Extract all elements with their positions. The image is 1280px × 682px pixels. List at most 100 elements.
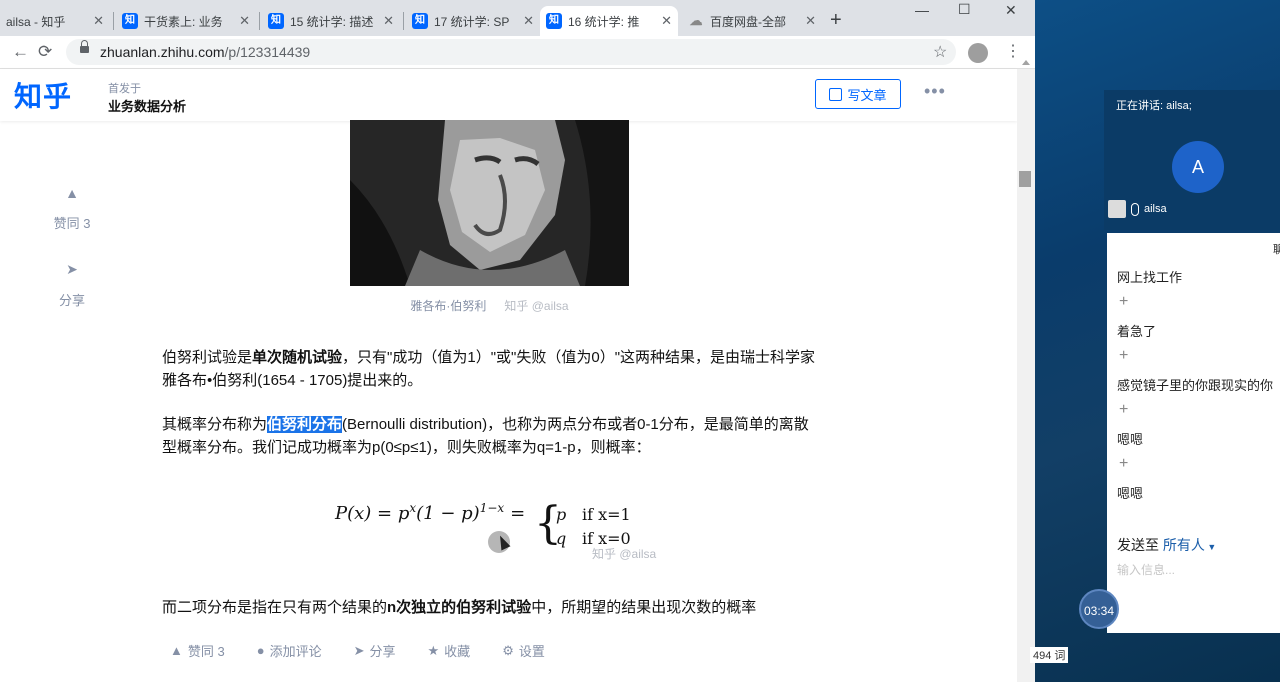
plus-icon[interactable]: +: [1119, 293, 1128, 311]
share-plane-icon: ➤: [353, 642, 365, 658]
tab-stats-15[interactable]: 知 15 统计学: 描述 ✕: [262, 6, 400, 36]
tab-title: 17 统计学: SP: [434, 14, 510, 29]
profile-avatar[interactable]: [968, 43, 988, 63]
tab-ailsa-zhihu[interactable]: ailsa - 知乎 ✕: [0, 6, 110, 36]
footer-share-label: 分享: [369, 644, 396, 659]
tab-baidu-pan[interactable]: ☁ 百度网盘-全部 ✕: [682, 6, 822, 36]
paragraph-bernoulli-distribution: 其概率分布称为伯努利分布(Bernoulli distribution)，也称为…: [162, 413, 822, 459]
vertical-scrollbar[interactable]: [1017, 60, 1035, 682]
image-caption: 雅各布·伯努利: [410, 299, 487, 313]
zhihu-favicon-icon: 知: [412, 13, 428, 29]
column-name-link[interactable]: 业务数据分析: [108, 96, 186, 115]
upvote-triangle-icon: ▲: [170, 643, 183, 658]
zhihu-favicon-icon: 知: [546, 13, 562, 29]
favorite-button[interactable]: ★ 收藏: [428, 641, 471, 660]
tab-business-article[interactable]: 知 干货素上: 业务 ✕: [116, 6, 256, 36]
more-options-icon[interactable]: •••: [924, 81, 946, 102]
chat-message: 嗯嗯: [1117, 486, 1144, 501]
add-comment-button[interactable]: ● 添加评论: [257, 641, 322, 660]
tab-title: 16 统计学: 推: [568, 14, 640, 29]
zhihu-favicon-icon: 知: [122, 13, 138, 29]
gear-icon: ⚙: [502, 642, 514, 658]
paragraph-binomial: 而二项分布是指在只有两个结果的n次独立的伯努利试验中，所期望的结果出现次数的概率: [162, 596, 822, 619]
close-window-button[interactable]: ✕: [1005, 2, 1017, 19]
settings-button[interactable]: ⚙ 设置: [502, 641, 545, 660]
maximize-button[interactable]: ☐: [958, 1, 971, 18]
image-caption-row: 雅各布·伯努利 知乎 @ailsa: [350, 297, 629, 314]
case2-value: q: [556, 529, 567, 548]
participant-row: ailsa: [1108, 200, 1167, 218]
bernoulli-formula: P(x) = px(1 − p)1−x =: [335, 501, 525, 524]
add-comment-label: 添加评论: [269, 644, 322, 659]
case1-condition: if x=1: [582, 505, 631, 524]
p1-bold: 单次随机试验: [252, 349, 343, 366]
url-text: zhuanlan.zhihu.com/p/123314439: [100, 44, 310, 60]
tab-stats-17[interactable]: 知 17 统计学: SP ✕: [406, 6, 540, 36]
recording-timer: 03:34: [1079, 589, 1119, 629]
lock-icon: [80, 40, 89, 54]
tab-title: 干货素上: 业务: [144, 14, 223, 29]
minimize-button[interactable]: —: [915, 2, 929, 18]
new-tab-button[interactable]: +: [830, 9, 842, 32]
footer-upvote-button[interactable]: ▲ 赞同 3: [170, 641, 225, 660]
share-plane-icon: ➤: [66, 261, 78, 277]
menu-dots-icon[interactable]: ⋮: [1005, 41, 1021, 61]
tab-separator: [113, 12, 114, 30]
tab-title: ailsa - 知乎: [6, 14, 66, 29]
chat-message: 网上找工作: [1117, 270, 1183, 285]
zhihu-header: 知乎 首发于 业务数据分析 写文章 •••: [0, 69, 1017, 121]
chat-panel: 聊 网上找工作 + 着急了 + 感觉镜子里的你跟现实的你 + 嗯嗯 + 嗯嗯 发…: [1107, 233, 1280, 633]
participant-name: ailsa: [1144, 203, 1167, 215]
scroll-up-arrow-icon[interactable]: [1022, 60, 1030, 65]
send-to-label: 发送至: [1117, 537, 1159, 553]
article-action-bar: ▲ 赞同 3 ● 添加评论 ➤ 分享 ★ 收藏 ⚙ 设置: [170, 641, 545, 660]
tab-stats-16-active[interactable]: 知 16 统计学: 推 ✕: [540, 6, 678, 36]
plus-icon[interactable]: +: [1119, 455, 1128, 473]
participant-avatar: A: [1172, 141, 1224, 193]
side-upvote-button[interactable]: ▲ 赞同 3: [50, 185, 94, 232]
side-share-button[interactable]: ➤ 分享: [50, 261, 94, 309]
p3-text-rest: 中，所期望的结果出现次数的概率: [531, 599, 757, 616]
page-viewport: 知乎 首发于 业务数据分析 写文章 ••• ▲ 赞同 3 ➤ 分享 雅各布·伯努…: [0, 60, 1035, 682]
chevron-down-icon[interactable]: ▼: [1205, 542, 1216, 552]
url-path: /p/123314439: [224, 44, 311, 60]
edit-icon: [829, 87, 843, 101]
formula-cases: p if x=1 q if x=0: [556, 503, 631, 551]
scrollbar-thumb[interactable]: [1019, 171, 1031, 187]
plus-icon[interactable]: +: [1119, 401, 1128, 419]
tab-separator: [259, 12, 260, 30]
bookmark-star-icon[interactable]: ☆: [933, 42, 947, 62]
p3-text: 而二项分布是指在只有两个结果的: [162, 599, 388, 616]
address-bar[interactable]: zhuanlan.zhihu.com/p/123314439: [66, 39, 956, 65]
p2-text: 其概率分布称为: [162, 416, 268, 433]
write-article-label: 写文章: [847, 87, 887, 103]
favorite-label: 收藏: [444, 644, 471, 659]
zhihu-favicon-icon: 知: [268, 13, 284, 29]
reload-icon[interactable]: ⟳: [38, 42, 52, 62]
toolbar: ← ⟳ zhuanlan.zhihu.com/p/123314439 ☆ ⋮: [0, 36, 1035, 69]
upvote-triangle-icon: ▲: [65, 185, 79, 201]
zhihu-logo[interactable]: 知乎: [14, 75, 72, 115]
user-icon: [1108, 200, 1126, 218]
paragraph-bernoulli-trial: 伯努利试验是单次随机试验，只有"成功（值为1）"或"失败（值为0）"这两种结果，…: [162, 346, 822, 392]
send-to-selector[interactable]: 发送至 所有人 ▼: [1117, 535, 1216, 555]
close-icon[interactable]: ✕: [661, 13, 672, 29]
back-arrow-icon[interactable]: ←: [12, 42, 29, 62]
case1-value: p: [556, 505, 567, 524]
url-host: zhuanlan.zhihu.com: [100, 44, 225, 60]
close-icon[interactable]: ✕: [523, 13, 534, 29]
microphone-icon[interactable]: [1131, 202, 1139, 216]
close-icon[interactable]: ✕: [805, 13, 816, 29]
plus-icon[interactable]: +: [1119, 347, 1128, 365]
footer-share-button[interactable]: ➤ 分享: [354, 641, 396, 660]
send-to-target[interactable]: 所有人: [1163, 537, 1205, 553]
close-icon[interactable]: ✕: [383, 13, 394, 29]
selected-text-highlight[interactable]: 伯努利分布: [267, 416, 343, 433]
chat-input-placeholder[interactable]: 输入信息...: [1117, 561, 1175, 578]
tab-title: 百度网盘-全部: [710, 14, 786, 29]
write-article-button[interactable]: 写文章: [815, 79, 901, 109]
word-count: 494 词: [1030, 647, 1069, 663]
tab-strip: ailsa - 知乎 ✕ 知 干货素上: 业务 ✕ 知 15 统计学: 描述 ✕…: [0, 0, 1035, 36]
close-icon[interactable]: ✕: [239, 13, 250, 29]
close-icon[interactable]: ✕: [93, 13, 104, 29]
